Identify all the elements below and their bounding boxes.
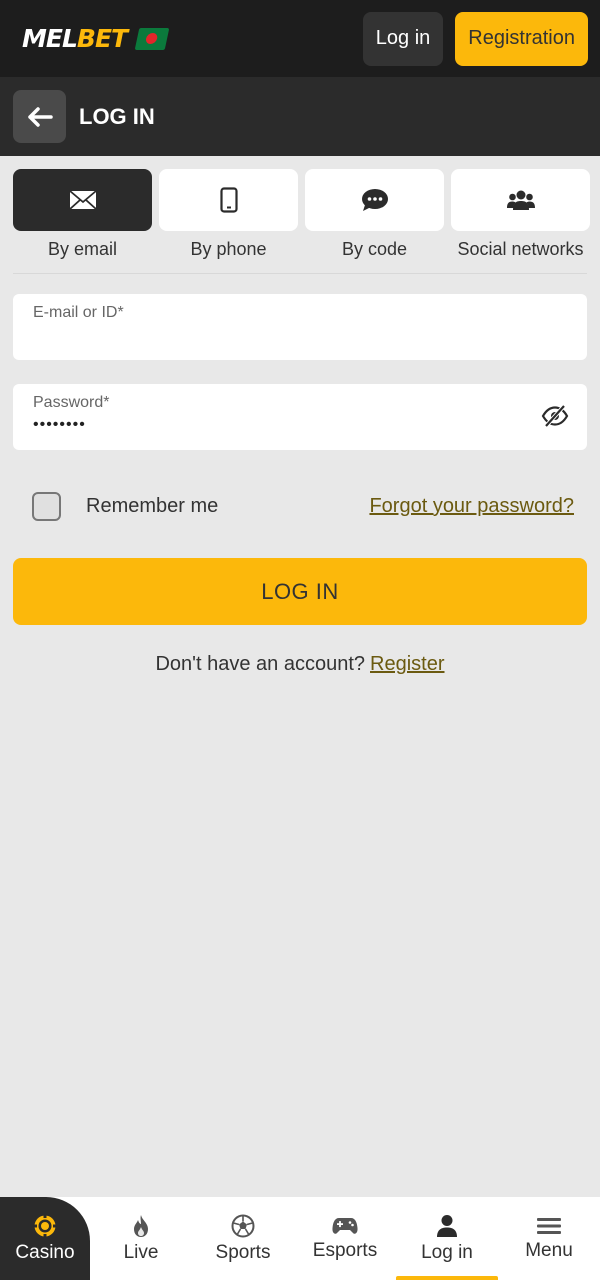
melbet-logo[interactable]: MELBET bbox=[22, 24, 170, 53]
nav-item-login[interactable]: Log in bbox=[396, 1197, 498, 1280]
tabs-divider bbox=[13, 273, 587, 274]
users-icon bbox=[506, 190, 535, 210]
nav-item-sports-label: Sports bbox=[215, 1241, 271, 1263]
login-submit-button[interactable]: LOG IN bbox=[13, 558, 587, 625]
bangladesh-flag-icon bbox=[134, 27, 170, 50]
nav-item-live[interactable]: Live bbox=[90, 1197, 192, 1280]
register-link[interactable]: Register bbox=[370, 653, 444, 675]
remember-me-checkbox[interactable] bbox=[32, 492, 61, 521]
nav-item-menu-label: Menu bbox=[525, 1239, 573, 1261]
tab-social-networks-label: Social networks bbox=[457, 239, 584, 259]
page-title-bar: LOG IN bbox=[0, 77, 600, 156]
tab-social-networks-box[interactable] bbox=[451, 169, 590, 231]
tab-by-email-label: By email bbox=[47, 239, 118, 259]
page-title: LOG IN bbox=[79, 103, 155, 129]
tab-by-code[interactable]: By code bbox=[305, 169, 444, 260]
tab-by-email-box[interactable] bbox=[13, 169, 152, 231]
eye-slash-icon[interactable] bbox=[541, 404, 569, 428]
nav-item-esports-label: Esports bbox=[312, 1239, 378, 1261]
logo-text-white: MEL bbox=[22, 24, 78, 53]
casino-chip-icon bbox=[33, 1214, 57, 1237]
arrow-left-icon bbox=[27, 106, 53, 127]
nav-item-sports[interactable]: Sports bbox=[192, 1197, 294, 1280]
nav-item-login-label: Log in bbox=[421, 1241, 473, 1263]
tab-by-email[interactable]: By email bbox=[13, 169, 152, 260]
nav-item-live-label: Live bbox=[123, 1241, 159, 1263]
tab-by-phone-box[interactable] bbox=[159, 169, 298, 231]
nav-item-casino-label: Casino bbox=[15, 1241, 75, 1263]
tab-social-networks[interactable]: Social networks bbox=[451, 169, 590, 260]
bottom-navigation: Casino Live Sports Esports Log in Menu bbox=[0, 1197, 600, 1280]
back-button[interactable] bbox=[13, 90, 66, 143]
tab-by-code-box[interactable] bbox=[305, 169, 444, 231]
chat-icon bbox=[361, 189, 388, 211]
logo-text-yellow: BET bbox=[76, 24, 128, 53]
soccer-ball-icon bbox=[231, 1214, 255, 1237]
remember-row: Remember me Forgot your password? bbox=[32, 492, 574, 521]
tab-by-code-label: By code bbox=[341, 239, 408, 259]
no-account-text: Don't have an account? bbox=[155, 653, 366, 675]
phone-icon bbox=[219, 187, 238, 213]
tab-by-phone-label: By phone bbox=[190, 239, 267, 259]
user-icon bbox=[437, 1214, 457, 1237]
email-field-label: E-mail or ID* bbox=[33, 304, 124, 321]
password-field-label: Password* bbox=[33, 394, 110, 411]
email-field[interactable]: E-mail or ID* bbox=[13, 294, 587, 360]
tab-by-phone[interactable]: By phone bbox=[159, 169, 298, 260]
remember-me-label[interactable]: Remember me bbox=[86, 495, 218, 518]
nav-item-menu[interactable]: Menu bbox=[498, 1197, 600, 1280]
header-login-button[interactable]: Log in bbox=[362, 11, 444, 66]
login-method-tabs: By email By phone By code Social network… bbox=[0, 156, 600, 260]
flame-icon bbox=[134, 1214, 148, 1237]
logo-text: MELBET bbox=[22, 24, 128, 53]
envelope-icon bbox=[68, 190, 97, 210]
password-field[interactable]: Password* •••••••• bbox=[13, 384, 587, 450]
gamepad-icon bbox=[332, 1217, 358, 1234]
password-field-value[interactable]: •••••••• bbox=[33, 416, 567, 434]
forgot-password-link[interactable]: Forgot your password? bbox=[369, 495, 574, 518]
hamburger-icon bbox=[537, 1217, 561, 1234]
top-bar: MELBET Log in Registration bbox=[0, 0, 600, 77]
nav-item-esports[interactable]: Esports bbox=[294, 1197, 396, 1280]
header-actions: Log in Registration bbox=[362, 11, 588, 66]
header-registration-button[interactable]: Registration bbox=[455, 11, 588, 66]
nav-item-casino[interactable]: Casino bbox=[0, 1197, 90, 1280]
no-account-row: Don't have an account? Register bbox=[0, 653, 600, 676]
